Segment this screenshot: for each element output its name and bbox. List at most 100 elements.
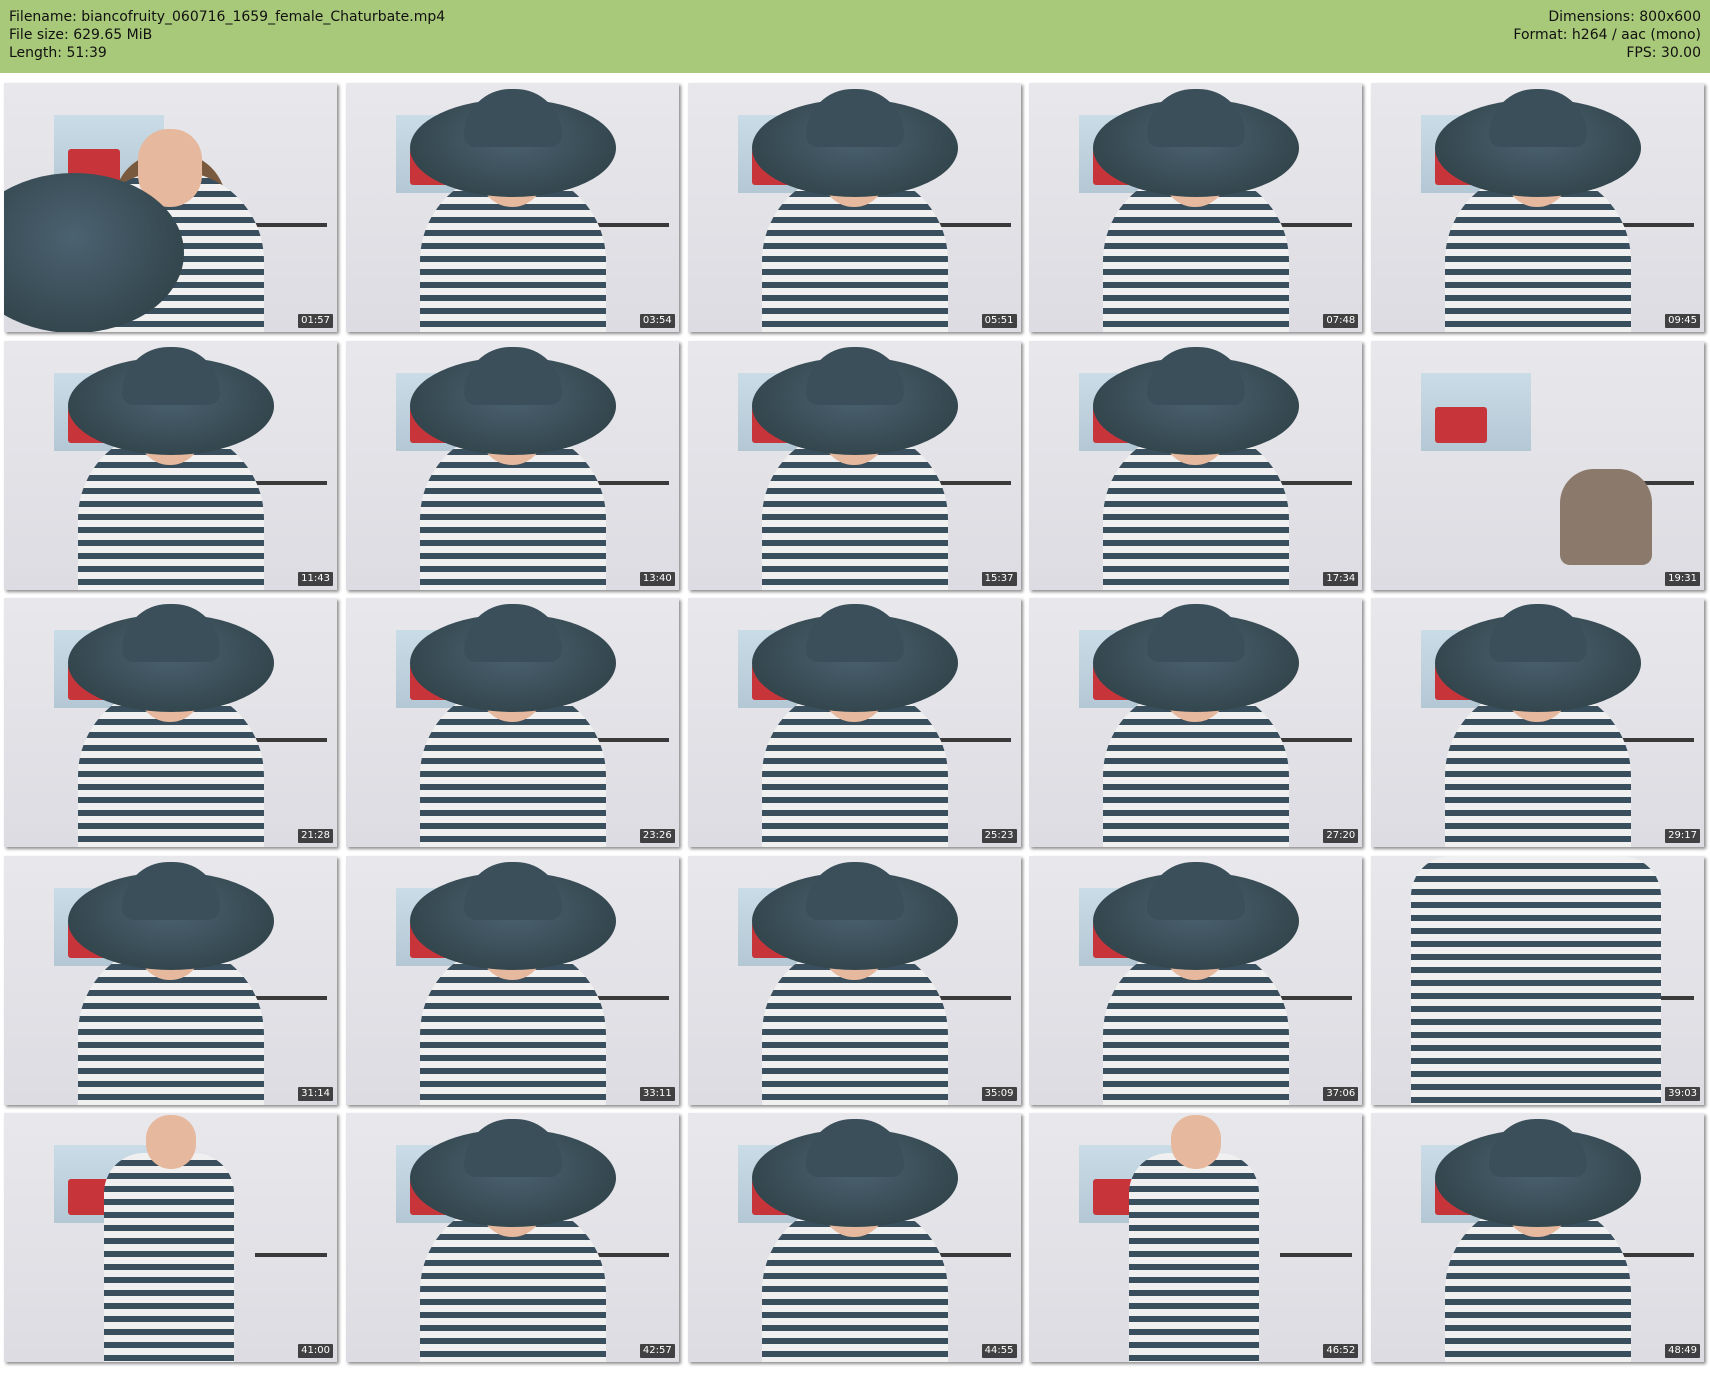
video-thumbnail: 13:40 [345,340,679,590]
video-thumbnail: 09:45 [1371,83,1704,332]
wall-shelf [938,995,1011,1000]
video-thumbnail: 44:55 [687,1113,1021,1362]
wall-shelf [596,995,669,1000]
wall-shelf [938,738,1011,742]
striped-shirt [104,1153,234,1362]
timestamp-label: 46:52 [1323,1344,1359,1358]
hat-crown [122,861,220,920]
face-shape [146,1115,196,1169]
wall-shelf [255,738,327,742]
wall-shelf [938,223,1011,227]
video-thumbnail: 46:52 [1029,1113,1363,1362]
timestamp-label: 01:57 [298,314,333,328]
video-thumbnail: 35:09 [687,855,1021,1105]
red-bus-shape [1435,406,1487,443]
timestamp-label: 07:48 [1323,314,1359,328]
video-thumbnail: 07:48 [1029,83,1363,332]
wall-shelf [1280,480,1353,485]
timestamp-label: 42:57 [639,1344,675,1358]
video-thumbnail: 23:26 [345,598,679,847]
wall-shelf [938,1253,1011,1257]
london-bus-poster [1421,372,1531,451]
video-thumbnail: 41:00 [4,1113,337,1362]
hat-crown [805,861,904,920]
face-shape [1171,1115,1222,1169]
wall-shelf [1622,738,1694,742]
hat-crown [805,1119,904,1177]
video-thumbnail: 48:49 [1371,1113,1704,1362]
timestamp-label: 11:43 [298,571,333,586]
striped-shirt [1411,855,1661,1105]
length-label: Length: 51:39 [9,45,107,61]
video-thumbnail: 42:57 [345,1113,679,1362]
wall-shelf [1280,1253,1353,1257]
fps-label: FPS: 30.00 [1626,45,1701,61]
hat-crown [122,604,220,662]
wall-shelf [1622,223,1694,227]
timestamp-label: 25:23 [981,829,1017,843]
hat-crown [1147,89,1246,147]
video-thumbnail: 33:11 [345,855,679,1105]
wall-shelf [1280,995,1353,1000]
hat-crown [463,89,562,147]
wall-shelf [938,480,1011,485]
video-thumbnail: 17:34 [1029,340,1363,590]
hat-crown [1489,1119,1587,1177]
wall-shelf [255,223,327,227]
hat-crown [1147,861,1246,920]
hat-crown [805,604,904,662]
metadata-header: Filename: biancofruity_060716_1659_femal… [0,0,1710,73]
video-thumbnail: 27:20 [1029,598,1363,847]
hat-crown [1489,604,1587,662]
hat-crown [463,861,562,920]
hat-crown [463,346,562,405]
header-left-info: Filename: biancofruity_060716_1659_femal… [9,8,445,62]
video-thumbnail: 05:51 [687,83,1021,332]
timestamp-label: 39:03 [1665,1086,1700,1101]
video-thumbnail: 37:06 [1029,855,1363,1105]
wall-shelf [596,738,669,742]
wall-shelf [255,1253,327,1257]
timestamp-label: 21:28 [298,829,333,843]
hat-crown [122,346,220,405]
video-thumbnail: 25:23 [687,598,1021,847]
filename-label: Filename: biancofruity_060716_1659_femal… [9,9,446,25]
hat-crown [1147,346,1246,405]
timestamp-label: 03:54 [639,314,675,328]
timestamp-label: 23:26 [639,829,675,843]
timestamp-label: 19:31 [1665,571,1700,586]
header-right-info: Dimensions: 800x600 Format: h264 / aac (… [1513,8,1701,62]
timestamp-label: 48:49 [1665,1344,1700,1358]
hat-crown [1489,89,1587,147]
timestamp-label: 27:20 [1323,829,1359,843]
video-thumbnail: 31:14 [4,855,337,1105]
timestamp-label: 33:11 [639,1086,675,1101]
video-thumbnail: 03:54 [345,83,679,332]
hat-crown [805,89,904,147]
timestamp-label: 09:45 [1665,314,1700,328]
video-thumbnail: 21:28 [4,598,337,847]
timestamp-label: 41:00 [298,1344,333,1358]
timestamp-label: 37:06 [1323,1086,1359,1101]
timestamp-label: 05:51 [981,314,1017,328]
wall-shelf [596,480,669,485]
format-label: Format: h264 / aac (mono) [1513,27,1701,43]
timestamp-label: 29:17 [1665,829,1700,843]
video-thumbnail: 19:31 [1371,340,1704,590]
video-thumbnail: 11:43 [4,340,337,590]
timestamp-label: 35:09 [981,1086,1017,1101]
timestamp-label: 31:14 [298,1086,333,1101]
striped-shirt [1129,1153,1260,1362]
timestamp-label: 13:40 [639,571,675,586]
dimensions-label: Dimensions: 800x600 [1548,9,1701,25]
video-thumbnail: 39:03 [1371,855,1704,1105]
hat-crown [463,604,562,662]
wall-shelf [1280,738,1353,742]
video-thumbnail: 01:57 [4,83,337,332]
wall-shelf [596,1253,669,1257]
filesize-label: File size: 629.65 MiB [9,27,153,43]
video-thumbnail: 29:17 [1371,598,1704,847]
hat-crown [1147,604,1246,662]
wall-shelf [255,995,327,1000]
video-thumbnail: 15:37 [687,340,1021,590]
